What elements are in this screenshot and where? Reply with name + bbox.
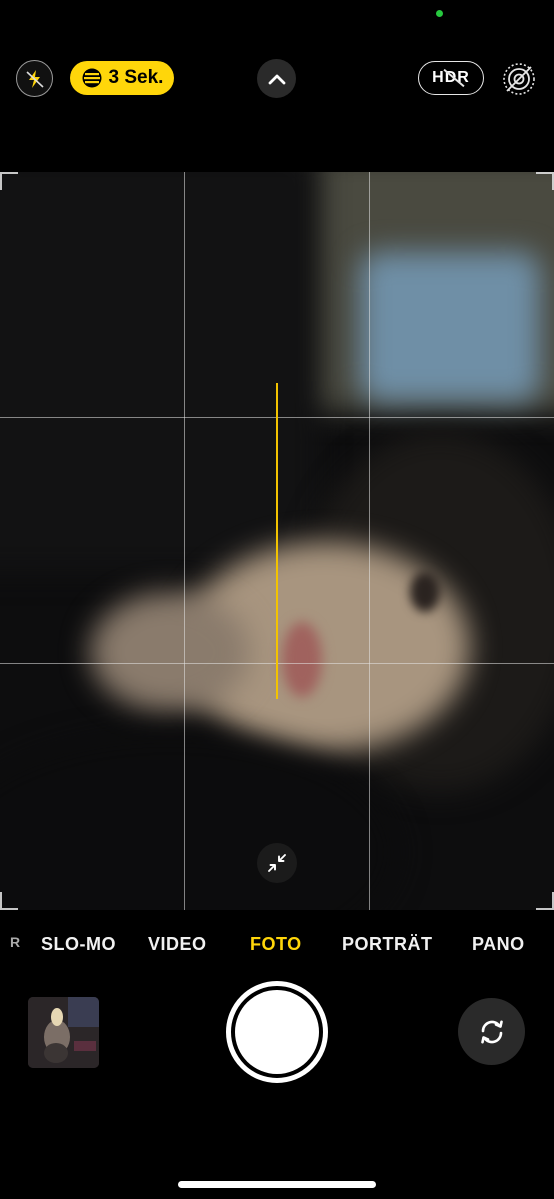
- chevron-up-icon: [268, 74, 285, 84]
- shutter-button[interactable]: [226, 981, 328, 1083]
- camera-viewfinder[interactable]: [0, 172, 554, 910]
- scene-eye: [410, 572, 440, 612]
- mode-photo[interactable]: FOTO: [250, 934, 302, 955]
- flash-button[interactable]: [16, 60, 53, 97]
- self-timer-icon: [82, 68, 102, 88]
- zoom-toggle-button[interactable]: [257, 843, 297, 883]
- frame-corner-top-right: [536, 172, 554, 190]
- grid-line-vertical-1: [184, 172, 185, 910]
- hdr-button[interactable]: HDR: [418, 61, 484, 95]
- timer-label: 3 Sek.: [108, 67, 164, 88]
- frame-corner-bottom-left: [0, 892, 18, 910]
- last-photo-thumbnail[interactable]: [28, 997, 99, 1068]
- flash-off-icon: [25, 69, 44, 88]
- camera-in-use-indicator: [436, 10, 443, 17]
- mode-video[interactable]: VIDEO: [148, 934, 207, 955]
- mode-pano[interactable]: PANO: [472, 934, 525, 955]
- live-photo-off-icon: [502, 62, 535, 95]
- mode-slo-mo[interactable]: SLO-MO: [41, 934, 116, 955]
- mode-portrait[interactable]: PORTRÄT: [342, 934, 433, 955]
- grid-line-vertical-2: [369, 172, 370, 910]
- level-indicator: [276, 383, 278, 699]
- mode-time-lapse-partial[interactable]: R: [10, 934, 21, 950]
- scene-dark-bottom: [0, 732, 400, 910]
- home-indicator[interactable]: [178, 1181, 376, 1188]
- scene-dark-left: [0, 172, 320, 572]
- scene-neck: [90, 592, 250, 712]
- frame-corner-top-left: [0, 172, 18, 190]
- shutter-button-inner[interactable]: [235, 990, 319, 1074]
- collapse-arrows-icon: [268, 854, 286, 872]
- camera-mode-selector[interactable]: R SLO-MO VIDEO FOTO PORTRÄT PANO: [0, 930, 554, 962]
- scene-window-light: [360, 252, 540, 402]
- thumbnail-image: [28, 997, 99, 1068]
- camera-controls-toggle[interactable]: [257, 59, 296, 98]
- frame-corner-bottom-right: [536, 892, 554, 910]
- camera-flip-button[interactable]: [458, 998, 525, 1065]
- self-timer-button[interactable]: 3 Sek.: [70, 61, 174, 95]
- live-photo-button[interactable]: [499, 59, 538, 98]
- camera-flip-icon: [480, 1020, 503, 1043]
- scene-lips: [282, 622, 322, 697]
